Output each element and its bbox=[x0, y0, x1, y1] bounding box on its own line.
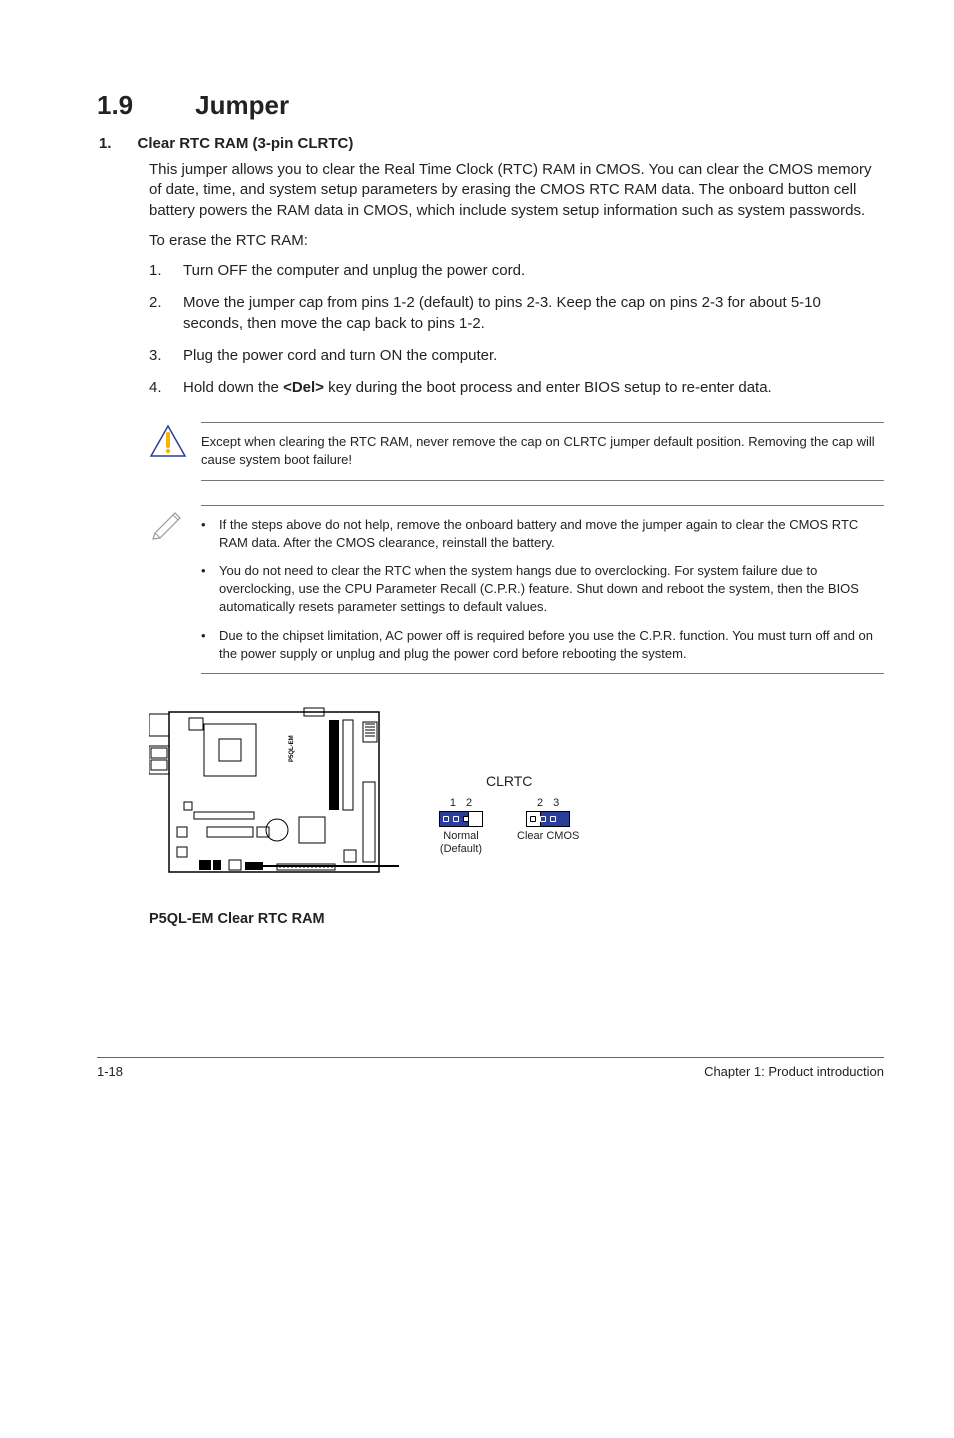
subsection-number: 1. bbox=[99, 135, 112, 152]
board-diagram: P5QL-EM P5QL-EM Clear RTC RAM bbox=[149, 702, 399, 927]
step-number: 3. bbox=[149, 346, 183, 366]
note-item: •If the steps above do not help, remove … bbox=[201, 516, 884, 552]
subsection-heading: 1. Clear RTC RAM (3-pin CLRTC) bbox=[99, 135, 884, 152]
note-item: •Due to the chipset limitation, AC power… bbox=[201, 627, 884, 663]
notes-content: •If the steps above do not help, remove … bbox=[201, 505, 884, 674]
jumper-diagram: CLRTC 1 2 Normal (Default) bbox=[439, 773, 579, 855]
page-number: 1-18 bbox=[97, 1064, 123, 1079]
step-number: 4. bbox=[149, 378, 183, 398]
intro-paragraph: This jumper allows you to clear the Real… bbox=[149, 160, 884, 221]
jumper-normal: 1 2 Normal (Default) bbox=[439, 797, 483, 855]
step-item: 3. Plug the power cord and turn ON the c… bbox=[149, 346, 884, 366]
diagram-area: P5QL-EM P5QL-EM Clear RTC RAM CLRTC 1 2 bbox=[149, 702, 884, 927]
step-text: Plug the power cord and turn ON the comp… bbox=[183, 346, 497, 366]
diagram-caption: P5QL-EM Clear RTC RAM bbox=[149, 911, 399, 927]
pencil-icon bbox=[149, 505, 201, 546]
erase-paragraph: To erase the RTC RAM: bbox=[149, 231, 884, 251]
step-item: 1. Turn OFF the computer and unplug the … bbox=[149, 261, 884, 281]
notes-block: •If the steps above do not help, remove … bbox=[149, 505, 884, 674]
step-text: Turn OFF the computer and unplug the pow… bbox=[183, 261, 525, 281]
page-footer: 1-18 Chapter 1: Product introduction bbox=[97, 1057, 884, 1079]
step-number: 1. bbox=[149, 261, 183, 281]
step-text: Move the jumper cap from pins 1-2 (defau… bbox=[183, 293, 884, 334]
jumper-title: CLRTC bbox=[439, 773, 579, 789]
step-text: Hold down the <Del> key during the boot … bbox=[183, 378, 772, 398]
chapter-label: Chapter 1: Product introduction bbox=[704, 1064, 884, 1079]
jumper-clear: 2 3 Clear CMOS bbox=[517, 797, 579, 843]
section-title: Jumper bbox=[195, 90, 289, 121]
step-item: 4. Hold down the <Del> key during the bo… bbox=[149, 378, 884, 398]
section-heading: 1.9 Jumper bbox=[97, 90, 884, 121]
caution-block: Except when clearing the RTC RAM, never … bbox=[149, 422, 884, 480]
step-number: 2. bbox=[149, 293, 183, 334]
steps-list: 1. Turn OFF the computer and unplug the … bbox=[149, 261, 884, 398]
note-item: •You do not need to clear the RTC when t… bbox=[201, 562, 884, 617]
subsection-title: Clear RTC RAM (3-pin CLRTC) bbox=[138, 135, 354, 152]
section-number: 1.9 bbox=[97, 90, 133, 121]
step-item: 2. Move the jumper cap from pins 1-2 (de… bbox=[149, 293, 884, 334]
caution-icon bbox=[149, 422, 201, 463]
caution-text: Except when clearing the RTC RAM, never … bbox=[201, 422, 884, 480]
board-label: P5QL-EM bbox=[289, 735, 295, 762]
